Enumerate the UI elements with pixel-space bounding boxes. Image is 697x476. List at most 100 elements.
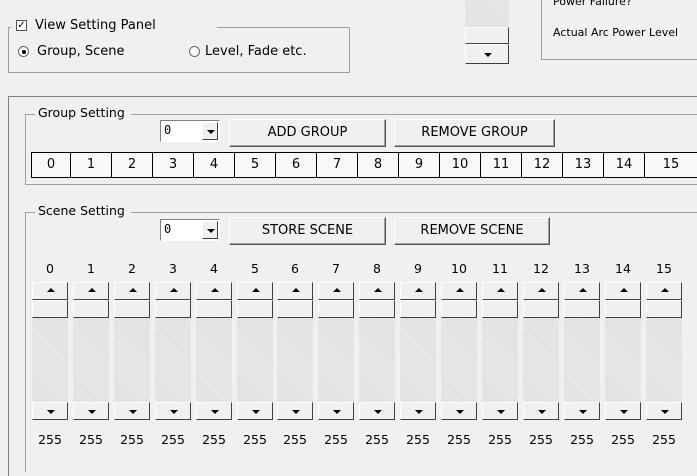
scroll-thumb[interactable] [400,300,436,318]
scroll-thumb[interactable] [237,300,273,318]
remove-scene-button[interactable]: REMOVE SCENE [394,217,550,245]
scroll-down-button[interactable] [646,402,682,420]
scene-level-scrollbar[interactable] [155,282,191,420]
store-scene-button[interactable]: STORE SCENE [229,217,386,245]
scroll-thumb[interactable] [523,300,559,318]
scene-level-scrollbar[interactable] [318,282,354,420]
arrow-down-icon [579,410,587,414]
group-cell[interactable]: 9 [399,152,440,178]
scroll-up-button[interactable] [359,282,395,300]
scroll-thumb[interactable] [73,300,109,318]
group-cell[interactable]: 13 [563,152,604,178]
group-cell[interactable]: 0 [31,152,71,178]
group-cell[interactable]: 15 [645,152,697,178]
scroll-down-button[interactable] [441,402,477,420]
group-cell[interactable]: 8 [358,152,399,178]
group-cell[interactable]: 1 [71,152,112,178]
scene-level-scrollbar[interactable] [73,282,109,420]
scroll-up-button[interactable] [482,282,518,300]
group-select-dropdown[interactable] [202,122,218,140]
scroll-down-button[interactable] [155,402,191,420]
scroll-thumb[interactable] [482,300,518,318]
group-select[interactable]: 0 [160,120,220,142]
top-scroll-thumb[interactable] [465,27,509,44]
scroll-down-button[interactable] [359,402,395,420]
group-cell[interactable]: 7 [317,152,358,178]
scroll-up-button[interactable] [318,282,354,300]
scroll-thumb[interactable] [196,300,232,318]
scroll-down-button[interactable] [237,402,273,420]
status-panel: Power Failure? Actual Arc Power Level [541,0,697,60]
scroll-up-button[interactable] [114,282,150,300]
scene-level-scrollbar[interactable] [564,282,600,420]
group-cell[interactable]: 14 [604,152,645,178]
group-cell[interactable]: 11 [481,152,522,178]
scroll-up-button[interactable] [32,282,68,300]
scroll-down-button[interactable] [32,402,68,420]
scroll-up-button[interactable] [277,282,313,300]
group-cell[interactable]: 2 [112,152,153,178]
scroll-down-button[interactable] [277,402,313,420]
top-scroll-track[interactable] [465,0,509,27]
group-cell[interactable]: 6 [276,152,317,178]
arrow-down-icon [497,410,505,414]
scroll-thumb[interactable] [564,300,600,318]
view-setting-checkbox[interactable]: ✓ [16,20,27,31]
scene-level-scrollbar[interactable] [646,282,682,420]
scroll-down-button[interactable] [400,402,436,420]
scroll-thumb[interactable] [277,300,313,318]
scroll-down-button[interactable] [114,402,150,420]
scroll-thumb[interactable] [359,300,395,318]
scroll-thumb[interactable] [605,300,641,318]
scroll-down-button[interactable] [318,402,354,420]
scroll-up-button[interactable] [237,282,273,300]
scroll-up-button[interactable] [646,282,682,300]
scroll-up-button[interactable] [605,282,641,300]
scene-level-scrollbar[interactable] [277,282,313,420]
scroll-down-button[interactable] [605,402,641,420]
scroll-down-button[interactable] [564,402,600,420]
scene-level-scrollbar[interactable] [114,282,150,420]
scene-level-scrollbar[interactable] [196,282,232,420]
group-cell[interactable]: 3 [153,152,194,178]
scroll-thumb[interactable] [114,300,150,318]
scroll-up-button[interactable] [400,282,436,300]
scene-level-scrollbar[interactable] [400,282,436,420]
add-group-button[interactable]: ADD GROUP [229,119,386,147]
scroll-down-button[interactable] [523,402,559,420]
group-cell[interactable]: 10 [440,152,481,178]
group-cell[interactable]: 4 [194,152,235,178]
scene-level-scrollbar[interactable] [605,282,641,420]
radio-level-fade[interactable] [189,46,200,57]
scene-level-value: 255 [161,432,185,447]
scene-level-scrollbar[interactable] [359,282,395,420]
scroll-up-button[interactable] [441,282,477,300]
scroll-thumb[interactable] [441,300,477,318]
scene-level-scrollbar[interactable] [482,282,518,420]
scroll-up-button[interactable] [196,282,232,300]
radio-group-scene[interactable] [18,46,29,57]
scroll-thumb[interactable] [155,300,191,318]
group-cell[interactable]: 12 [522,152,563,178]
scene-select-dropdown[interactable] [202,221,218,239]
scroll-down-button[interactable] [482,402,518,420]
scene-level-scrollbar[interactable] [237,282,273,420]
scroll-thumb[interactable] [646,300,682,318]
scroll-thumb[interactable] [32,300,68,318]
scene-level-scrollbar[interactable] [441,282,477,420]
scene-level-scrollbar[interactable] [32,282,68,420]
scene-select[interactable]: 0 [160,219,220,241]
scroll-up-button[interactable] [523,282,559,300]
group-cell[interactable]: 5 [235,152,276,178]
arrow-down-icon [333,410,341,414]
scroll-up-button[interactable] [155,282,191,300]
scene-number-label: 11 [492,261,508,276]
scroll-up-button[interactable] [564,282,600,300]
remove-group-button[interactable]: REMOVE GROUP [394,119,555,147]
scroll-down-button[interactable] [73,402,109,420]
scroll-thumb[interactable] [318,300,354,318]
scene-level-scrollbar[interactable] [523,282,559,420]
top-scroll-down-button[interactable] [465,44,509,64]
scroll-down-button[interactable] [196,402,232,420]
scroll-up-button[interactable] [73,282,109,300]
